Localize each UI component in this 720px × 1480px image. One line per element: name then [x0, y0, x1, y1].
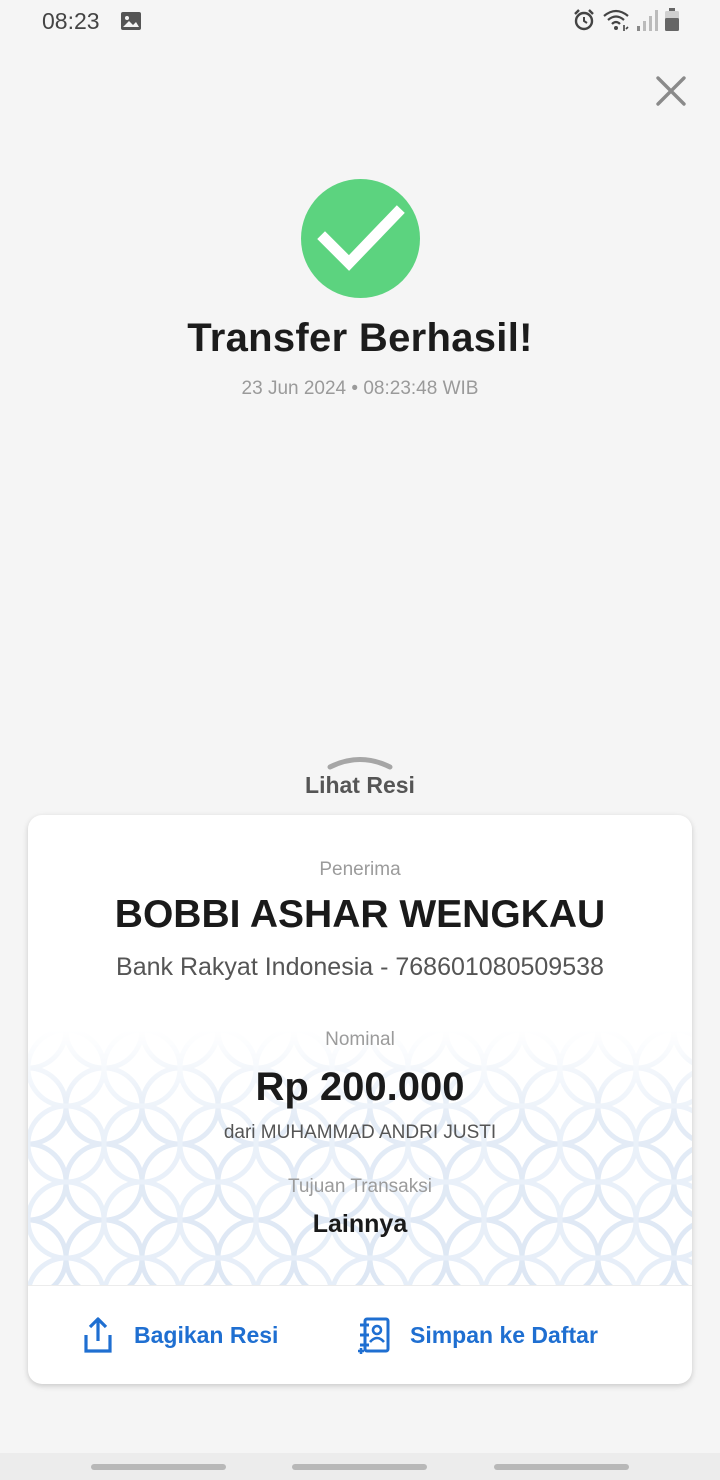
recipient-label: Penerima: [319, 859, 401, 880]
page-title: Transfer Berhasil!: [187, 316, 533, 360]
nav-back-button[interactable]: [494, 1464, 629, 1470]
transfer-datetime: 23 Jun 2024 • 08:23:48 WIB: [241, 378, 479, 399]
transaction-purpose: Lainnya: [312, 1210, 408, 1238]
view-receipt-label[interactable]: Lihat Resi: [0, 772, 720, 799]
transfer-amount: Rp 200.000: [255, 1065, 465, 1109]
save-to-list-button[interactable]: Simpan ke Daftar: [356, 1315, 598, 1355]
share-receipt-button[interactable]: Bagikan Resi: [80, 1315, 278, 1355]
chevron-up-icon: [327, 757, 393, 770]
status-icons: [572, 8, 680, 32]
save-to-list-label: Simpan ke Daftar: [410, 1321, 598, 1348]
status-time: 08:23: [42, 8, 100, 34]
contact-add-icon: [358, 1317, 390, 1354]
signal-icon: [636, 8, 658, 32]
close-icon: [656, 76, 686, 106]
status-bar: 08:23: [0, 0, 720, 44]
nav-recents-button[interactable]: [91, 1464, 226, 1470]
gallery-icon: [120, 11, 142, 31]
receipt-card: Penerima BOBBI ASHAR WENGKAU Bank Rakyat…: [28, 815, 692, 1384]
divider: [28, 1285, 692, 1286]
share-icon: [84, 1317, 112, 1353]
sender-name: dari MUHAMMAD ANDRI JUSTI: [223, 1122, 497, 1143]
navigation-bar: [0, 1453, 720, 1480]
success-badge: [301, 179, 420, 298]
transfer-success-screen: 08:23 Transfer Berhasil! 23 Jun 2024 • 0…: [0, 0, 720, 1480]
recipient-name: BOBBI ASHAR WENGKAU: [114, 893, 606, 936]
receipt-expand-handle[interactable]: [325, 752, 395, 774]
purpose-label: Tujuan Transaksi: [288, 1176, 432, 1197]
battery-icon: [664, 8, 680, 32]
alarm-icon: [572, 8, 596, 32]
checkmark-icon: [317, 205, 405, 271]
nav-home-button[interactable]: [292, 1464, 427, 1470]
wifi-icon: [602, 8, 630, 32]
share-receipt-label: Bagikan Resi: [134, 1321, 279, 1348]
amount-label: Nominal: [325, 1029, 395, 1050]
close-button[interactable]: [652, 72, 690, 110]
recipient-bank-account: Bank Rakyat Indonesia - 768601080509538: [116, 953, 604, 981]
